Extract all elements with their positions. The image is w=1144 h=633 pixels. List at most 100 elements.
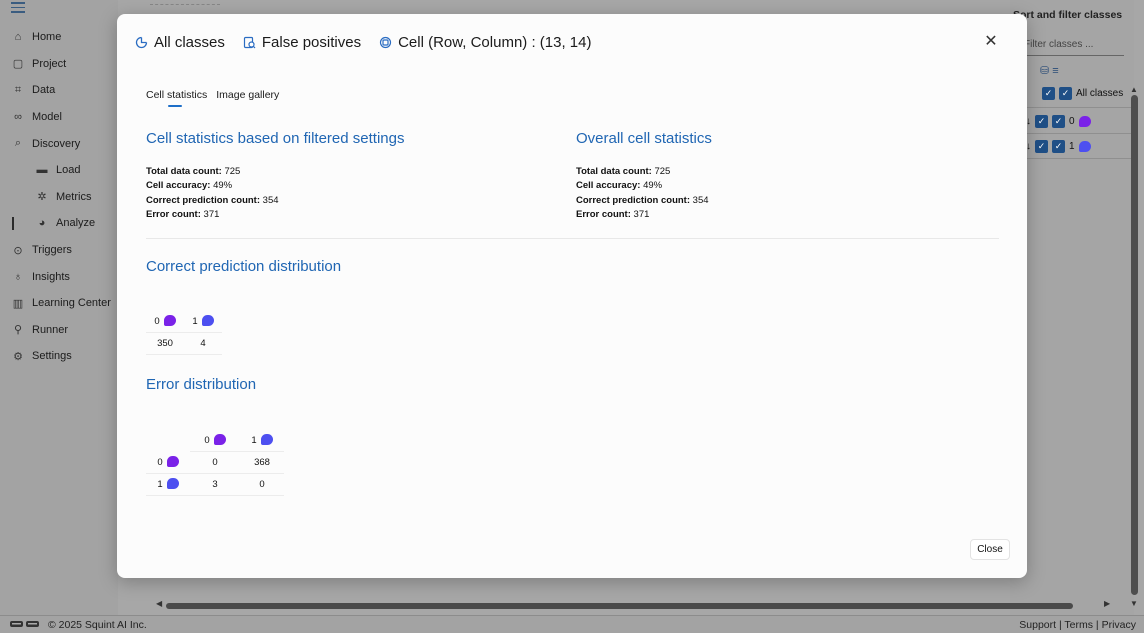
checkbox-icon[interactable]: ✓ <box>1052 114 1065 128</box>
scroll-right-icon[interactable]: ▶ <box>1104 599 1110 608</box>
horizontal-scrollbar[interactable] <box>166 603 1073 609</box>
error-dist-table: 0 1 0 0 368 1 3 0 <box>146 429 284 496</box>
sort-filter-icons[interactable]: ⛁ ≡ <box>1040 64 1059 77</box>
table-cell: 4 <box>184 332 222 355</box>
table-cell: 350 <box>146 332 184 355</box>
top-strip-decoration <box>150 4 220 10</box>
section-divider <box>146 238 999 239</box>
sidebar-item-insights[interactable]: ♁ Insights <box>0 263 118 290</box>
divider <box>1026 107 1136 108</box>
class-1-color-icon <box>166 478 179 489</box>
stat-label: Total data count: <box>146 166 222 177</box>
class-0-color-icon <box>1078 115 1091 127</box>
sidebar: ⌂ Home ▢ Project ⌗ Data ∞ Model ⌕ Discovery ▬ Load ✲… <box>0 0 118 615</box>
checkbox-icon[interactable]: ✓ <box>1035 114 1048 128</box>
stat-label: Cell accuracy: <box>146 180 211 192</box>
table-cell: 0 <box>190 451 240 474</box>
class-row-0[interactable]: ↓ ✓ ✓ 0 <box>1026 111 1091 131</box>
sidebar-item-label: Runner <box>32 323 69 336</box>
stat-label: Error count: <box>576 208 631 220</box>
class-0-color-icon <box>163 314 176 326</box>
runner-icon: ⚲ <box>13 324 23 337</box>
sidebar-item-label: Learning Center <box>32 297 111 310</box>
sidebar-item-runner[interactable]: ⚲ Runner <box>0 317 118 344</box>
sidebar-item-triggers[interactable]: ⊙ Triggers <box>0 237 118 264</box>
header-cell: Cell (Row, Column) : (13, 14) <box>398 33 592 51</box>
sidebar-item-label: Insights <box>32 270 70 283</box>
scroll-down-icon[interactable]: ▼ <box>1130 599 1138 608</box>
insights-icon: ♁ <box>13 270 23 283</box>
sidebar-item-label: Triggers <box>32 244 72 257</box>
sidebar-item-label: Settings <box>32 350 72 363</box>
stat-value: 371 <box>203 208 220 220</box>
row-header-0: 0 <box>146 451 190 474</box>
correct-dist-title: Correct prediction distribution <box>146 258 342 275</box>
sidebar-item-analyze[interactable]: ◕ Analyze <box>0 210 118 237</box>
metrics-icon: ✲ <box>37 191 47 204</box>
class-row-1[interactable]: ↓ ✓ ✓ 1 <box>1026 136 1091 156</box>
tab-image-gallery[interactable]: Image gallery <box>216 89 279 107</box>
sidebar-item-label: Data <box>32 84 56 97</box>
sidebar-item-load[interactable]: ▬ Load <box>0 157 118 184</box>
hamburger-menu-icon[interactable] <box>11 2 25 14</box>
divider <box>1026 133 1136 134</box>
checkbox-icon[interactable]: ✓ <box>1059 86 1072 100</box>
class-1-color-icon <box>1078 140 1091 152</box>
sidebar-item-model[interactable]: ∞ Model <box>0 104 118 131</box>
scroll-up-icon[interactable]: ▲ <box>1130 85 1138 94</box>
sidebar-item-discovery[interactable]: ⌕ Discovery <box>0 130 118 157</box>
sidebar-item-home[interactable]: ⌂ Home <box>0 24 118 51</box>
sidebar-item-label: Analyze <box>56 217 96 230</box>
footer: © 2025 Squint AI Inc. Support | Terms | … <box>0 615 1144 633</box>
sidebar-item-label: Home <box>32 31 62 44</box>
class-header-1: 1 <box>184 310 222 333</box>
close-icon[interactable]: ✕ <box>983 34 999 50</box>
sidebar-item-data[interactable]: ⌗ Data <box>0 77 118 104</box>
filtered-stats-title: Cell statistics based on filtered settin… <box>146 130 405 147</box>
sidebar-item-learning-center[interactable]: ▥ Learning Center <box>0 290 118 317</box>
sidebar-item-label: Metrics <box>56 190 92 203</box>
class-header-0: 0 <box>146 310 184 333</box>
analyze-icon: ◕ <box>38 217 46 230</box>
checkbox-icon[interactable]: ✓ <box>1042 86 1055 100</box>
table-row: 1 3 0 <box>146 473 284 496</box>
row-header-1: 1 <box>146 473 190 496</box>
model-icon: ∞ <box>14 111 22 124</box>
all-classes-icon <box>135 36 148 49</box>
sidebar-item-project[interactable]: ▢ Project <box>0 51 118 78</box>
table-header-row: 0 1 <box>146 429 284 452</box>
discovery-icon: ⌕ <box>14 137 22 150</box>
triggers-icon: ⊙ <box>13 244 23 257</box>
class-header-0: 0 <box>190 429 240 452</box>
divider <box>1026 158 1136 159</box>
class-label: 0 <box>204 434 210 446</box>
table-cell: 3 <box>190 473 240 496</box>
correct-dist-table: 0 1 350 4 <box>146 310 222 355</box>
sidebar-item-metrics[interactable]: ✲ Metrics <box>0 184 118 211</box>
cell-details-modal: All classes False positives Cell (Row, C… <box>117 14 1027 578</box>
tab-cell-statistics[interactable]: Cell statistics <box>146 89 207 107</box>
table-cell: 0 <box>240 473 284 496</box>
all-classes-label: All classes <box>1076 87 1124 99</box>
squint-logo-icon <box>10 621 39 627</box>
checkbox-icon[interactable]: ✓ <box>1035 139 1048 153</box>
modal-tabs: Cell statistics Image gallery <box>146 89 279 107</box>
stat-label: Total data count: <box>576 166 652 177</box>
filter-classes-input[interactable]: Filter classes ... <box>1020 36 1124 56</box>
error-dist-title: Error distribution <box>146 376 257 393</box>
stat-label: Cell accuracy: <box>576 180 641 192</box>
footer-links[interactable]: Support | Terms | Privacy <box>1019 619 1136 631</box>
filtered-stats: Total data count: 725 Cell accuracy: 49%… <box>146 165 279 222</box>
close-button[interactable]: Close <box>970 539 1010 560</box>
class-header-1: 1 <box>240 429 284 452</box>
stat-label: Error count: <box>146 208 201 220</box>
scroll-left-icon[interactable]: ◀ <box>156 599 162 608</box>
table-cell: 368 <box>240 451 284 474</box>
sidebar-item-settings[interactable]: ⚙ Settings <box>0 343 118 370</box>
class-0-color-icon <box>213 433 226 445</box>
learning-center-icon: ▥ <box>12 297 24 310</box>
checkbox-icon[interactable]: ✓ <box>1052 139 1065 153</box>
all-classes-row[interactable]: ✓ ✓ All classes <box>1042 83 1123 103</box>
vertical-scrollbar[interactable] <box>1131 95 1138 595</box>
class-label: 0 <box>157 456 163 468</box>
